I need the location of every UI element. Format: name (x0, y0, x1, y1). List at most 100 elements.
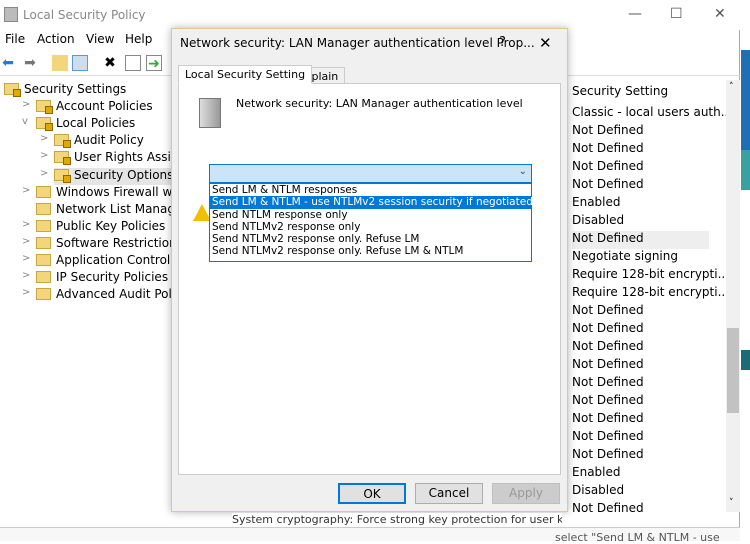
folder-icon (36, 254, 51, 266)
tree-item-label: Account Policies (56, 99, 153, 114)
close-button[interactable]: ✕ (714, 6, 726, 22)
list-row[interactable]: Not Defined (572, 303, 644, 321)
list-row[interactable]: Not Defined (572, 447, 644, 465)
menu-view[interactable]: View (86, 32, 114, 46)
folder-icon (4, 83, 21, 97)
menu-action[interactable]: Action (37, 32, 75, 46)
properties-dialog: Network security: LAN Manager authentica… (171, 28, 568, 512)
list-row[interactable]: Disabled (572, 483, 624, 501)
tab-panel: Network security: LAN Manager authentica… (178, 83, 561, 475)
tree-item-label: Public Key Policies (56, 218, 166, 233)
tree-item[interactable]: > Public Key Policies (22, 218, 166, 236)
folder-icon (36, 288, 51, 301)
list-row[interactable]: Not Defined (572, 231, 709, 249)
scroll-down-icon[interactable]: ˅ (729, 498, 734, 508)
list-row[interactable]: Enabled (572, 465, 621, 483)
folder-icon (36, 219, 51, 232)
folder-icon (54, 151, 71, 166)
chevron-right-icon[interactable]: > (22, 219, 30, 230)
authentication-level-dropdown[interactable]: ⌄ (209, 164, 532, 183)
delete-icon[interactable]: ✖ (102, 55, 118, 71)
list-row[interactable]: Not Defined (572, 375, 644, 393)
dropdown-list: Send LM & NTLM responses Send LM & NTLM -… (209, 183, 533, 262)
chevron-right-icon[interactable]: > (22, 236, 30, 247)
chevron-right-icon[interactable]: > (40, 150, 48, 161)
show-hide-tree-icon[interactable] (72, 55, 88, 71)
folder-icon (36, 117, 53, 132)
folder-icon (36, 100, 53, 115)
policy-name: Network security: LAN Manager authentica… (236, 97, 523, 110)
dropdown-option[interactable]: Send LM & NTLM responses (210, 184, 531, 196)
chevron-right-icon[interactable]: > (22, 253, 30, 264)
folder-icon (54, 168, 71, 183)
tree-item-label: Security Options (74, 167, 174, 182)
list-row-hidden: System cryptography: Force strong key pr… (232, 513, 562, 527)
list-row[interactable]: Not Defined (572, 357, 644, 375)
menu-help[interactable]: Help (125, 32, 152, 46)
folder-icon (54, 134, 71, 149)
dialog-title: Network security: LAN Manager authentica… (180, 36, 535, 50)
dropdown-option[interactable]: Send NTLM response only (210, 209, 531, 221)
window-title: Local Security Policy (23, 8, 146, 22)
ok-button[interactable]: OK (338, 483, 406, 504)
background-text: select "Send LM & NTLM - use (555, 531, 720, 544)
folder-icon (36, 202, 51, 215)
app-icon (4, 7, 18, 22)
scroll-thumb[interactable] (727, 328, 739, 413)
column-header-security-setting[interactable]: Security Setting (572, 84, 668, 102)
export-icon[interactable]: ➜ (146, 55, 162, 72)
dropdown-option[interactable]: Send NTLMv2 response only. Refuse LM & N… (210, 245, 531, 257)
tree-item[interactable]: v Local Policies (22, 116, 136, 133)
list-row[interactable]: Not Defined (572, 159, 644, 177)
background-window (741, 0, 750, 541)
chevron-right-icon[interactable]: > (40, 133, 48, 144)
tree-item[interactable]: > Security Options (40, 167, 174, 185)
scroll-up-icon[interactable]: ˄ (729, 82, 734, 92)
chevron-right-icon[interactable]: > (22, 270, 30, 281)
chevron-right-icon[interactable]: > (22, 99, 30, 110)
list-row[interactable]: Not Defined (572, 393, 644, 411)
list-row[interactable]: Classic - local users auth... (572, 105, 732, 123)
list-row[interactable]: Disabled (572, 213, 624, 231)
tab-local-security-setting[interactable]: Local Security Setting (178, 65, 313, 84)
list-row[interactable]: Not Defined (572, 321, 644, 339)
apply-button[interactable]: Apply (492, 483, 560, 504)
list-row[interactable]: Not Defined (572, 177, 644, 195)
folder-icon (36, 236, 51, 249)
cancel-button[interactable]: Cancel (415, 483, 483, 504)
tree-item[interactable]: Security Settings (4, 82, 126, 99)
vertical-scrollbar[interactable]: ˄ ˅ (726, 80, 740, 512)
tree-item-label: Local Policies (56, 116, 136, 131)
list-row[interactable]: Not Defined (572, 501, 644, 519)
menu-file[interactable]: File (5, 32, 25, 46)
chevron-down-icon[interactable]: ⌄ (519, 166, 527, 177)
list-row[interactable]: Not Defined (572, 429, 644, 447)
back-icon[interactable]: ⬅ (0, 55, 16, 71)
tree-item-label: Audit Policy (74, 133, 144, 148)
minimize-button[interactable]: — (628, 6, 642, 22)
dropdown-option[interactable]: Send LM & NTLM - use NTLMv2 session secu… (210, 196, 533, 209)
tree-item[interactable]: > Audit Policy (40, 133, 144, 150)
list-row[interactable]: Require 128-bit encrypti... (572, 267, 729, 285)
dropdown-option[interactable]: Send NTLMv2 response only (210, 221, 531, 233)
forward-icon[interactable]: ➡ (22, 55, 38, 71)
properties-icon[interactable] (125, 55, 141, 71)
maximize-button[interactable]: ☐ (670, 6, 683, 22)
list-row[interactable]: Not Defined (572, 141, 644, 159)
chevron-right-icon[interactable]: > (22, 287, 30, 298)
dialog-close-button[interactable]: ✕ (539, 34, 552, 52)
chevron-right-icon[interactable]: > (40, 168, 48, 179)
chevron-right-icon[interactable]: > (22, 185, 30, 196)
list-row[interactable]: Not Defined (572, 123, 644, 141)
help-button[interactable]: ? (499, 35, 506, 50)
dropdown-option[interactable]: Send NTLMv2 response only. Refuse LM (210, 233, 531, 245)
chevron-down-icon[interactable]: v (22, 116, 28, 127)
folder-icon (36, 185, 51, 198)
list-row[interactable]: Enabled (572, 195, 621, 213)
list-row[interactable]: Require 128-bit encrypti... (572, 285, 729, 303)
up-folder-icon[interactable] (52, 55, 68, 71)
list-row[interactable]: Not Defined (572, 339, 644, 357)
tree-item[interactable]: > Account Policies (22, 99, 153, 116)
list-row[interactable]: Negotiate signing (572, 249, 678, 267)
list-row[interactable]: Not Defined (572, 411, 644, 429)
